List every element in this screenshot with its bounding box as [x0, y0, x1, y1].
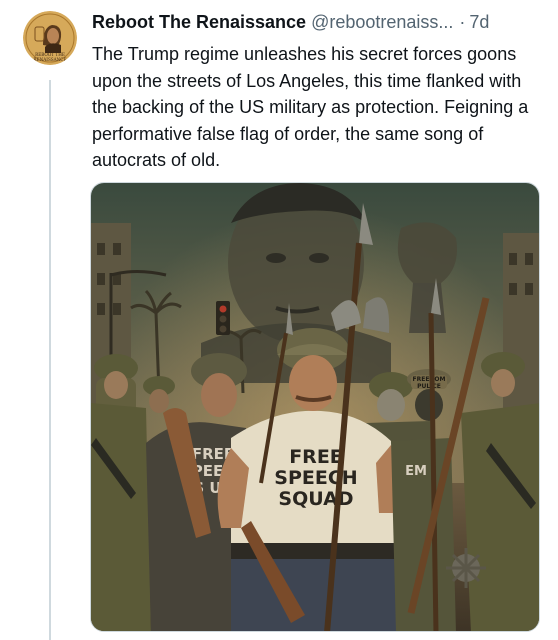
tweet-header: Reboot The Renaissance @rebootrenaiss...… — [92, 8, 542, 36]
thread-line — [49, 80, 51, 640]
svg-text:FREE: FREE — [289, 446, 343, 468]
svg-text:SPEECH: SPEECH — [274, 467, 357, 489]
timestamp[interactable]: 7d — [469, 8, 489, 36]
svg-text:SQUAD: SQUAD — [278, 488, 353, 510]
tweet-text: The Trump regime unleashes his secret fo… — [92, 44, 529, 170]
tweet-image[interactable]: FREEDOM PULICE FREE PEEC S UA FREE SPEEC… — [90, 182, 540, 632]
illustration-image: FREEDOM PULICE FREE PEEC S UA FREE SPEEC… — [91, 183, 539, 631]
user-handle[interactable]: @rebootrenaiss... — [311, 8, 453, 36]
display-name[interactable]: Reboot The Renaissance — [92, 8, 306, 36]
svg-text:RENAISSANCE: RENAISSANCE — [33, 57, 66, 62]
tweet-content: Reboot The Renaissance @rebootrenaiss...… — [92, 8, 542, 174]
avatar[interactable]: REBOOT THE RENAISSANCE — [23, 11, 77, 65]
tweet[interactable]: REBOOT THE RENAISSANCE Reboot The Renais… — [0, 0, 558, 640]
separator-dot: · — [459, 12, 466, 32]
svg-text:PULICE: PULICE — [417, 383, 441, 390]
svg-text:EM: EM — [405, 464, 427, 479]
svg-text:FREEDOM: FREEDOM — [413, 376, 446, 383]
avatar-logo-icon: REBOOT THE RENAISSANCE — [23, 11, 77, 65]
